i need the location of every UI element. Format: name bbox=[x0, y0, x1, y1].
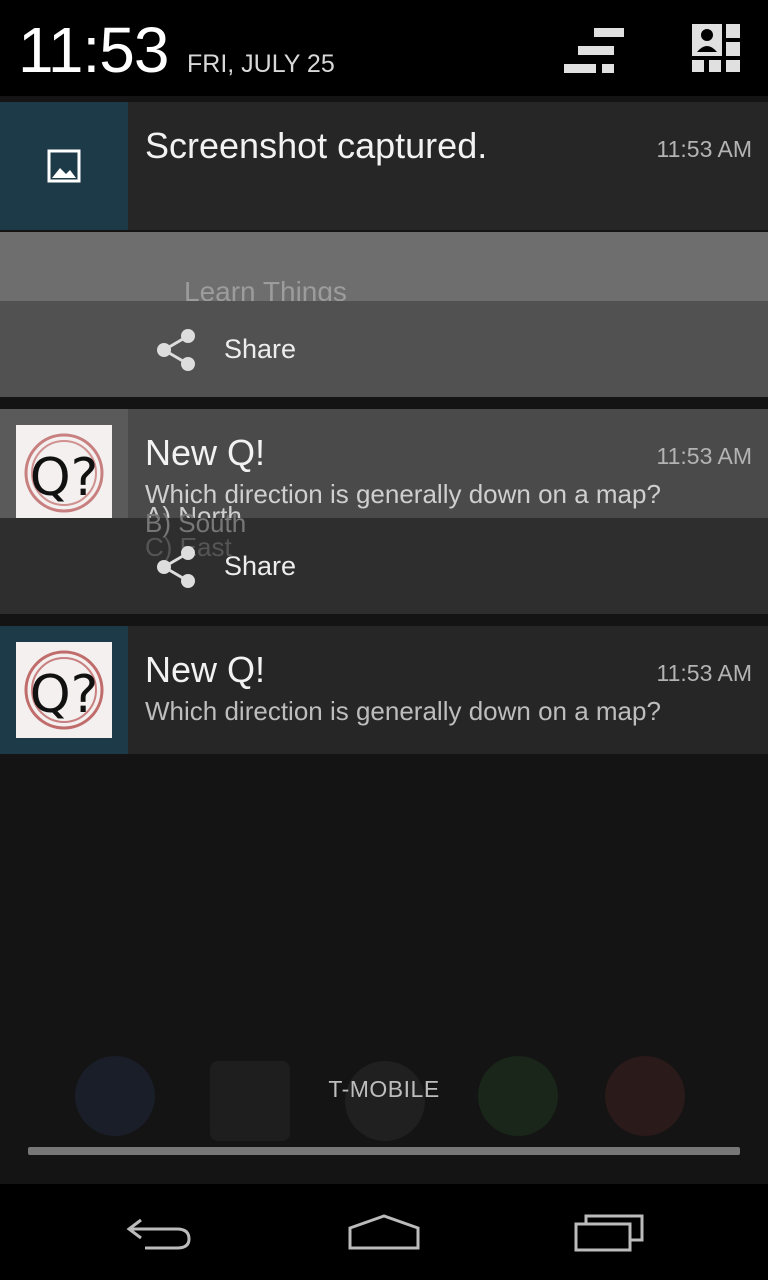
share-action[interactable]: B) South C) East Share bbox=[0, 508, 768, 614]
user-settings-icon[interactable] bbox=[690, 22, 744, 76]
notification-title: New Q! bbox=[145, 649, 266, 690]
back-button[interactable] bbox=[80, 1184, 240, 1280]
quick-settings-toggle-icon[interactable] bbox=[562, 26, 626, 74]
notification-thumb bbox=[0, 102, 128, 230]
navigation-bar bbox=[0, 1184, 768, 1280]
notification-title: New Q! bbox=[145, 432, 266, 473]
screenshot-notification[interactable]: Screenshot captured. 11:53 AM bbox=[0, 102, 768, 230]
question-notification[interactable]: Q? New Q! 11:53 AM Which direction is ge… bbox=[0, 626, 768, 754]
recents-button[interactable] bbox=[530, 1184, 690, 1280]
notification-thumb: Q? bbox=[0, 409, 128, 519]
drag-handle[interactable] bbox=[28, 1147, 740, 1155]
recents-icon bbox=[574, 1214, 644, 1252]
image-icon bbox=[47, 149, 81, 183]
notification-body: Which direction is generally down on a m… bbox=[145, 696, 661, 726]
clock: 11:53 bbox=[18, 14, 169, 86]
back-icon bbox=[126, 1218, 191, 1250]
share-label: Share bbox=[224, 334, 297, 364]
q-app-icon: Q? bbox=[16, 642, 112, 738]
notification-time: 11:53 AM bbox=[656, 136, 752, 162]
notification-header: 11:53 FRI, JULY 25 bbox=[0, 0, 768, 96]
carrier-label: T-MOBILE bbox=[328, 1076, 440, 1102]
ghost-app-band: Learn Things bbox=[0, 232, 768, 307]
share-label: Share bbox=[224, 551, 297, 581]
home-icon bbox=[348, 1214, 420, 1250]
notification-thumb: Q? bbox=[0, 626, 128, 754]
notification-time: 11:53 AM bbox=[656, 660, 752, 686]
home-button[interactable] bbox=[304, 1184, 464, 1280]
notification-time: 11:53 AM bbox=[656, 443, 752, 469]
svg-text:Q?: Q? bbox=[30, 665, 99, 725]
share-icon bbox=[157, 546, 195, 588]
date-label: FRI, JULY 25 bbox=[187, 50, 335, 78]
notification-title: Screenshot captured. bbox=[145, 125, 488, 166]
svg-text:Q?: Q? bbox=[30, 448, 99, 508]
q-app-icon: Q? bbox=[16, 425, 112, 519]
share-icon bbox=[157, 329, 195, 371]
share-action[interactable]: Share bbox=[0, 301, 768, 397]
question-notification-expanded[interactable]: Q? New Q! 11:53 AM Which direction is ge… bbox=[0, 409, 768, 519]
